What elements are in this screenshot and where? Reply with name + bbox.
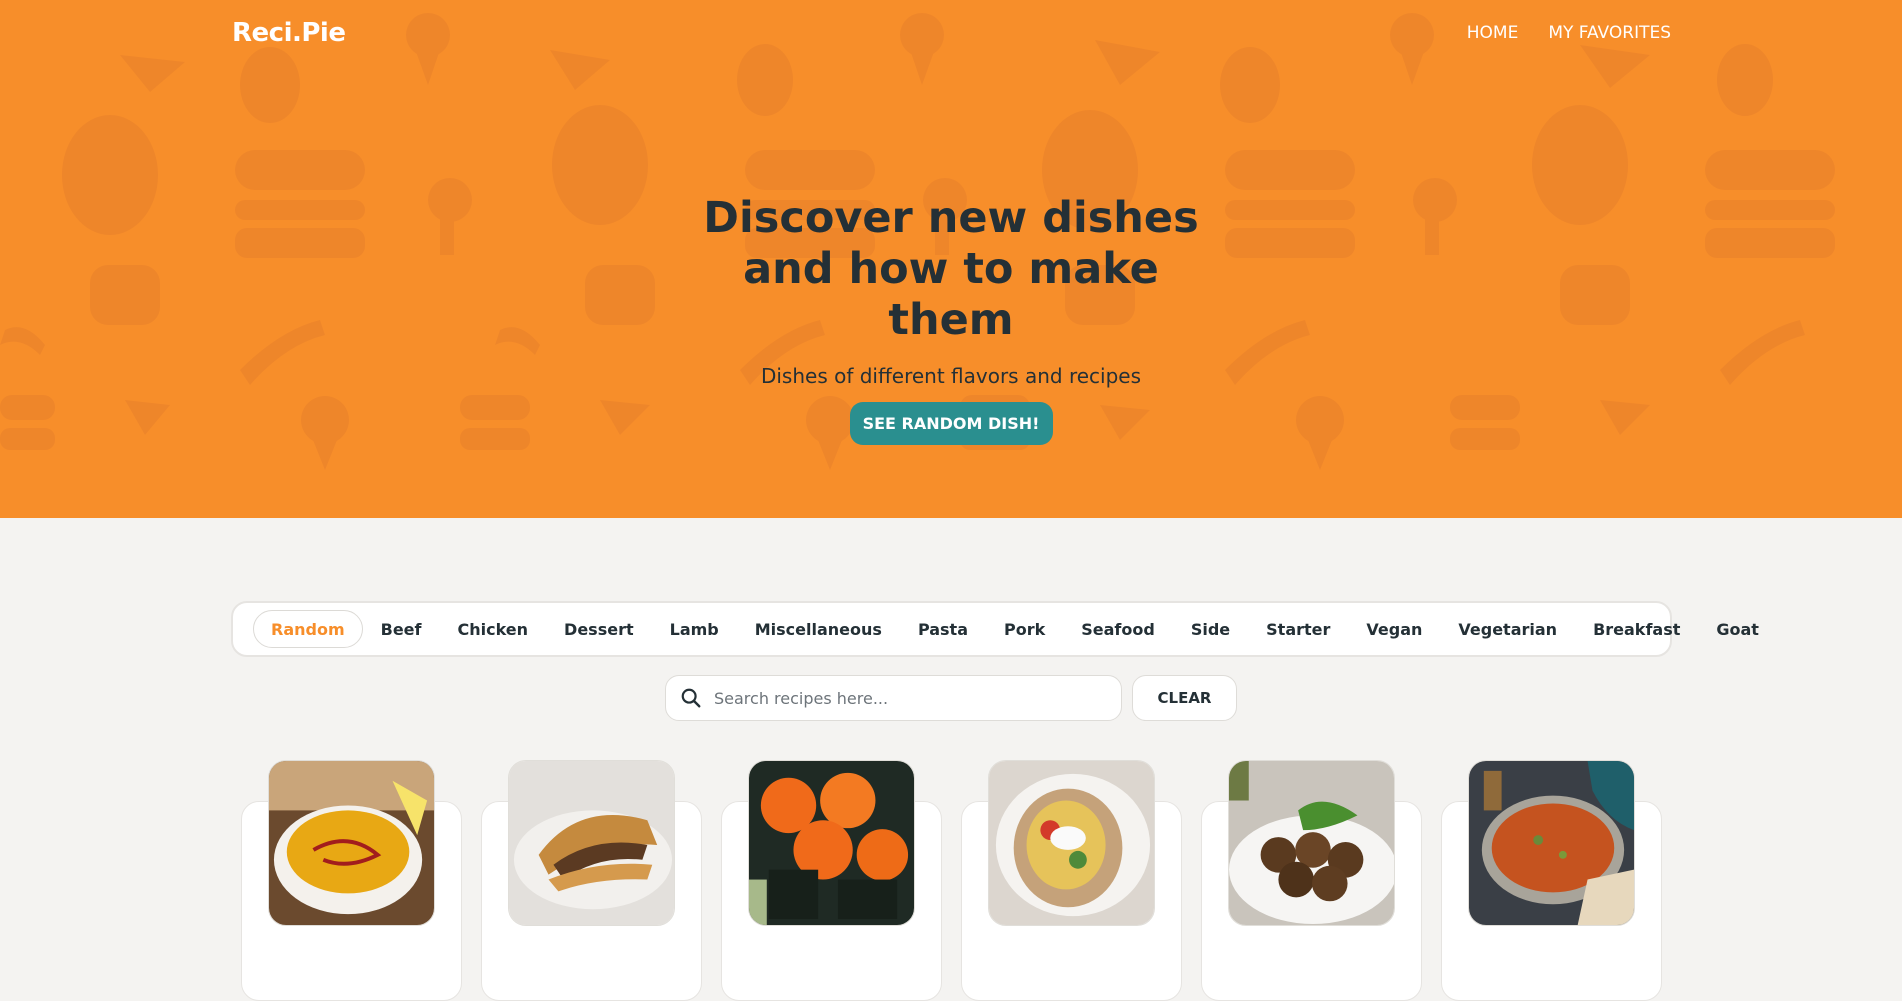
category-tab-starter[interactable]: Starter — [1248, 610, 1348, 648]
category-tab-pork[interactable]: Pork — [986, 610, 1063, 648]
category-tab-breakfast[interactable]: Breakfast — [1575, 610, 1698, 648]
category-tab-dessert[interactable]: Dessert — [546, 610, 652, 648]
recipe-image-sushi-rolls[interactable] — [748, 760, 915, 926]
hero-banner: Reci.Pie HOME MY FAVORITES Discover new … — [0, 0, 1902, 518]
category-tab-goat[interactable]: Goat — [1698, 610, 1777, 648]
recipe-image-stuffed-potato[interactable] — [988, 760, 1155, 926]
app-logo[interactable]: Reci.Pie — [232, 18, 346, 48]
category-tab-vegetarian[interactable]: Vegetarian — [1440, 610, 1575, 648]
recipe-image-curry-soup[interactable] — [1468, 760, 1635, 926]
recipe-image-meat-pastry[interactable] — [508, 760, 675, 926]
top-nav: Reci.Pie HOME MY FAVORITES — [232, 18, 1671, 48]
hero-subtitle: Dishes of different flavors and recipes — [760, 364, 1142, 388]
category-tab-lamb[interactable]: Lamb — [652, 610, 737, 648]
category-tab-side[interactable]: Side — [1173, 610, 1248, 648]
search-input[interactable] — [714, 688, 1104, 708]
search-icon — [681, 688, 701, 708]
category-tab-pasta[interactable]: Pasta — [900, 610, 986, 648]
hero-title: Discover new dishes and how to make them — [703, 193, 1199, 345]
category-tab-chicken[interactable]: Chicken — [439, 610, 546, 648]
category-tab-vegan[interactable]: Vegan — [1348, 610, 1440, 648]
recipe-image-falafel[interactable] — [1228, 760, 1395, 926]
nav-links: HOME MY FAVORITES — [1467, 23, 1671, 43]
category-tab-beef[interactable]: Beef — [363, 610, 440, 648]
random-dish-button[interactable]: SEE RANDOM DISH! — [849, 402, 1053, 445]
nav-home-link[interactable]: HOME — [1467, 23, 1519, 43]
hero-content: Discover new dishes and how to make them… — [0, 193, 1902, 445]
search-row: CLEAR — [665, 675, 1237, 721]
category-filter-bar: Random Beef Chicken Dessert Lamb Miscellaneou… — [231, 601, 1759, 657]
clear-button[interactable]: CLEAR — [1132, 675, 1237, 721]
recipe-grid — [241, 760, 1662, 1001]
search-box — [665, 675, 1122, 721]
nav-favorites-link[interactable]: MY FAVORITES — [1548, 23, 1671, 43]
category-tab-random[interactable]: Random — [253, 610, 363, 648]
category-tab-seafood[interactable]: Seafood — [1063, 610, 1173, 648]
category-tab-miscellaneous[interactable]: Miscellaneous — [737, 610, 900, 648]
recipe-image-lentil-soup[interactable] — [268, 760, 435, 926]
